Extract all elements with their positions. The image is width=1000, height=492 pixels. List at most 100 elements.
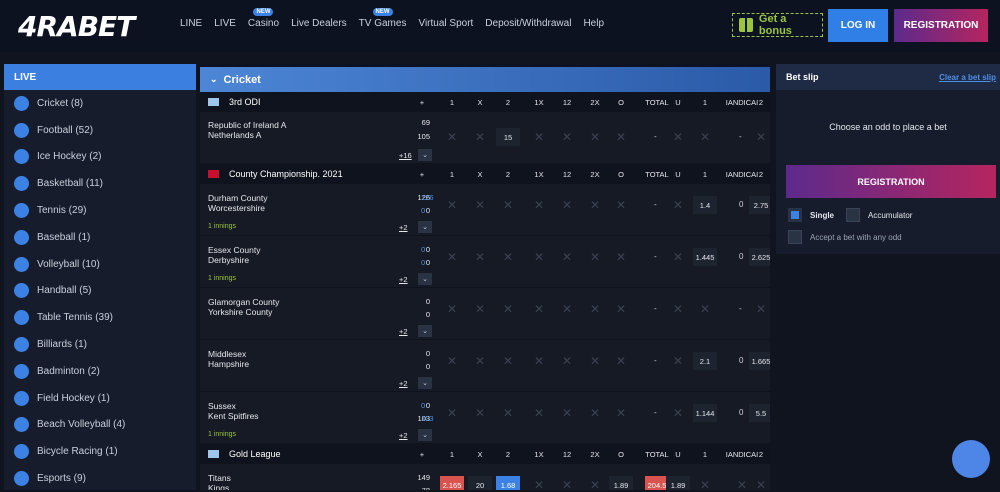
odd-button[interactable]: 2.165 [440, 476, 464, 490]
team-name[interactable]: Kent Spitfires [208, 411, 259, 421]
column-header: U [675, 449, 681, 459]
odd-button[interactable]: 1.144 [693, 404, 717, 422]
team-name[interactable]: Essex County [208, 245, 260, 255]
events-table: ⌄ Cricket 3rd ODI +1 X 2 1X 12 2X O TOTAL U 1 IANDI… [200, 64, 770, 490]
accumulator-checkbox[interactable] [846, 208, 860, 222]
nav-live[interactable]: LIVE [214, 18, 236, 29]
sidebar-item[interactable]: Cricket (8) [4, 90, 196, 117]
single-option[interactable]: Single [788, 208, 834, 222]
nav-virtual-sport[interactable]: Virtual Sport [418, 18, 473, 29]
sidebar-item[interactable]: Volleyball (10) [4, 251, 196, 278]
odd-button[interactable]: 5.5 [749, 404, 770, 422]
table-row: Essex County Derbyshire 0 0 0 0 1 innings +2 ⌄ ✕ ✕… [200, 236, 770, 288]
clear-bet-slip-link[interactable]: Clear a bet slip [939, 73, 996, 82]
sidebar-item[interactable]: Esports (9) [4, 465, 196, 492]
sidebar-item[interactable]: Table Tennis (39) [4, 304, 196, 331]
column-header: 1 [702, 449, 708, 459]
team-name[interactable]: Republic of Ireland A [208, 120, 286, 130]
chevron-down-icon[interactable]: ⌄ [418, 221, 432, 233]
score-live: 0 [421, 206, 426, 215]
football-icon [14, 122, 29, 138]
chevron-down-icon[interactable]: ⌄ [418, 149, 432, 161]
sidebar-item[interactable]: Ice Hockey (2) [4, 144, 196, 171]
more-markets-link[interactable]: +16 [399, 151, 412, 160]
team-name[interactable]: Titans [208, 473, 231, 483]
sidebar-item[interactable]: Handball (5) [4, 278, 196, 305]
sidebar-item[interactable]: Field Hockey (1) [4, 385, 196, 412]
single-checkbox[interactable] [788, 208, 802, 222]
odd-button[interactable]: 15 [496, 128, 520, 146]
locked-icon: ✕ [474, 250, 486, 264]
odd-button[interactable]: 1.89 [666, 476, 690, 490]
more-markets-link[interactable]: +2 [399, 431, 408, 440]
sidebar-item-label: Badminton (2) [37, 365, 100, 377]
accumulator-option[interactable]: Accumulator [846, 208, 912, 222]
locked-icon: ✕ [533, 478, 545, 490]
sidebar-item[interactable]: Billiards (1) [4, 331, 196, 358]
table-tennis-icon [14, 310, 29, 326]
team-name[interactable]: Sussex [208, 401, 236, 411]
team-name[interactable]: Worcestershire [208, 203, 265, 213]
chevron-down-icon[interactable]: ⌄ [418, 429, 432, 441]
login-button[interactable]: LOG IN [828, 9, 888, 42]
nav-casino[interactable]: NEW Casino [248, 8, 279, 29]
odd-button[interactable]: 1.68 [496, 476, 520, 490]
sidebar-item-label: Football (52) [37, 124, 94, 136]
column-header: 2X [590, 449, 600, 459]
team-name[interactable]: Yorkshire County [208, 307, 272, 317]
accept-any-odd-option[interactable]: Accept a bet with any odd [788, 230, 902, 244]
table-row: Middlesex Hampshire 0 0 +2 ⌄ ✕ ✕ ✕ ✕ ✕ ✕ ✕ - ✕ 2.1 0 1.66… [200, 340, 770, 392]
bet-slip-registration-button[interactable]: REGISTRATION [786, 165, 996, 198]
team-name[interactable]: Hampshire [208, 359, 249, 369]
league-header[interactable]: Gold League +1 X 2 1X 12 2X O TOTAL U 1 IANDICAI 2 [200, 444, 770, 464]
accept-any-odd-checkbox[interactable] [788, 230, 802, 244]
nav-live-dealers[interactable]: Live Dealers [291, 18, 347, 29]
chevron-down-icon[interactable]: ⌄ [418, 325, 432, 337]
team-name[interactable]: Derbyshire [208, 255, 249, 265]
odd-button[interactable]: 2.1 [693, 352, 717, 370]
more-markets-link[interactable]: +2 [399, 223, 408, 232]
odd-value: 0 [739, 356, 744, 365]
nav-line[interactable]: LINE [180, 18, 202, 29]
more-markets-link[interactable]: +2 [399, 275, 408, 284]
odd-button[interactable]: 2.75 [749, 196, 770, 214]
nav-tv-games[interactable]: NEW TV Games [359, 8, 406, 29]
league-header[interactable]: 3rd ODI +1 X 2 1X 12 2X O TOTAL U 1 IANDICAI 2 [200, 92, 770, 112]
odd-button[interactable]: 1.89 [609, 476, 633, 490]
registration-button[interactable]: REGISTRATION [894, 9, 988, 42]
league-header[interactable]: County Championship. 2021 +1 X 2 1X 12 2X O TOTA… [200, 164, 770, 184]
chevron-down-icon[interactable]: ⌄ [418, 273, 432, 285]
odd-button[interactable]: 20 [468, 476, 492, 490]
sidebar-item[interactable]: Bicycle Racing (1) [4, 438, 196, 465]
sidebar-item[interactable]: Badminton (2) [4, 358, 196, 385]
get-bonus-button[interactable]: Get a bonus [732, 13, 823, 37]
logo[interactable]: 4RABET [18, 10, 135, 43]
team-name[interactable]: Kings [208, 483, 229, 490]
sidebar-item[interactable]: Tennis (29) [4, 197, 196, 224]
more-markets-link[interactable]: +2 [399, 379, 408, 388]
sidebar-item[interactable]: Football (52) [4, 117, 196, 144]
odd-value: 0 [739, 252, 744, 261]
team-name[interactable]: Glamorgan County [208, 297, 279, 307]
sidebar-item-label: Basketball (11) [37, 178, 103, 190]
odd-button[interactable]: 1.4 [693, 196, 717, 214]
column-header: 2 [758, 97, 764, 107]
sidebar-item[interactable]: Basketball (11) [4, 170, 196, 197]
table-row: Republic of Ireland A Netherlands A 69 105 +… [200, 112, 770, 164]
sidebar-item[interactable]: Beach Volleyball (4) [4, 412, 196, 439]
sidebar-item[interactable]: Baseball (1) [4, 224, 196, 251]
odd-button[interactable]: 2.625 [749, 248, 770, 266]
team-name[interactable]: Durham County [208, 193, 268, 203]
column-header: 2 [758, 449, 764, 459]
nav-deposit-withdrawal[interactable]: Deposit/Withdrawal [485, 18, 571, 29]
sport-header[interactable]: ⌄ Cricket [200, 64, 770, 92]
nav-help[interactable]: Help [583, 18, 604, 29]
flag-icon [208, 98, 219, 106]
team-name[interactable]: Netherlands A [208, 130, 261, 140]
chevron-down-icon[interactable]: ⌄ [418, 377, 432, 389]
chat-button[interactable] [952, 440, 990, 478]
more-markets-link[interactable]: +2 [399, 327, 408, 336]
odd-button[interactable]: 1.445 [693, 248, 717, 266]
team-name[interactable]: Middlesex [208, 349, 246, 359]
odd-button[interactable]: 1.665 [749, 352, 770, 370]
